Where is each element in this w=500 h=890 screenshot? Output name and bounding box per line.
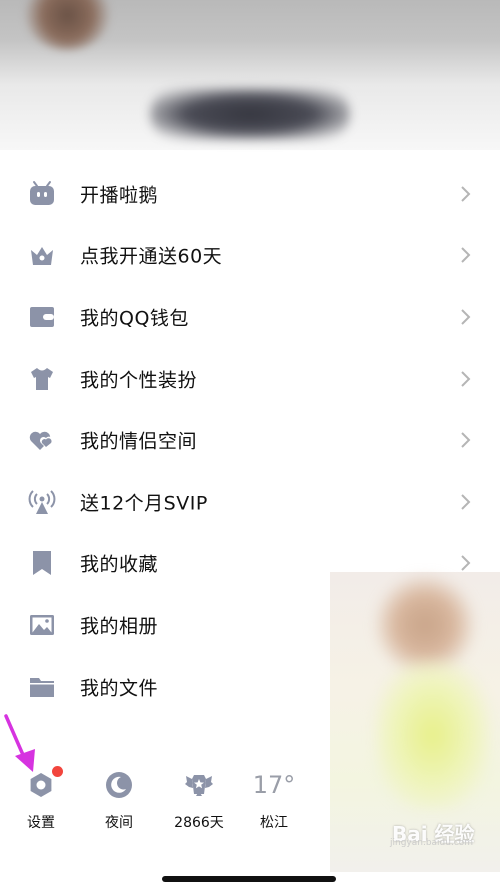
folder-icon (30, 677, 54, 697)
days-label: 2866天 (174, 815, 224, 831)
weather-city: 松江 (260, 815, 288, 831)
bookmark-icon (33, 551, 51, 576)
shirt-icon (31, 367, 53, 390)
broadcast-icon (28, 490, 56, 514)
tv-bot-icon (30, 180, 54, 205)
menu-item-label: 我的文件 (80, 677, 159, 700)
hearts-icon (29, 431, 53, 451)
night-mode-label: 夜间 (105, 815, 133, 831)
chevron-right-icon (461, 186, 471, 202)
moon-icon (106, 772, 132, 798)
days-badge-button[interactable]: 2866天 (159, 770, 239, 832)
home-indicator[interactable] (162, 876, 336, 882)
profile-pill-blurred[interactable] (150, 88, 350, 140)
menu-item-label: 我的情侣空间 (80, 430, 198, 453)
chevron-right-icon (461, 309, 471, 325)
chevron-right-icon (461, 432, 471, 448)
menu-item-live[interactable]: 开播啦鹅 (0, 163, 500, 225)
menu-item-label: 我的个性装扮 (80, 369, 198, 392)
chevron-right-icon (461, 247, 471, 264)
chevron-right-icon (461, 370, 471, 387)
chevron-right-icon (461, 555, 471, 572)
menu-item-vip-offer[interactable]: 点我开通送60天 (0, 225, 500, 287)
menu-item-svip-gift[interactable]: 送12个月SVIP (0, 471, 500, 533)
menu-item-personalize[interactable]: 我的个性装扮 (0, 348, 500, 410)
photo-icon (30, 614, 54, 635)
watermark-url: jingyan.baidu.com (390, 838, 474, 848)
menu-item-label: 送12个月SVIP (80, 492, 208, 515)
menu-item-label: 我的收藏 (80, 553, 159, 576)
weather-temperature: 17° (252, 771, 296, 799)
menu-item-couple-space[interactable]: 我的情侣空间 (0, 409, 500, 471)
character-body-blurred (375, 660, 490, 810)
menu-item-label: 我的相册 (80, 615, 159, 638)
crown-icon (31, 247, 53, 266)
chevron-right-icon (461, 494, 471, 510)
wallet-icon (30, 306, 54, 327)
menu-item-label: 我的QQ钱包 (80, 307, 189, 330)
annotation-arrow-icon (4, 714, 35, 772)
settings-label: 设置 (27, 815, 55, 831)
menu-item-label: 开播啦鹅 (80, 184, 159, 207)
night-mode-button[interactable]: 夜间 (79, 770, 159, 832)
weather-widget[interactable]: 17° 松江 (234, 770, 314, 832)
winged-badge-icon (185, 775, 213, 796)
menu-item-wallet[interactable]: 我的QQ钱包 (0, 286, 500, 348)
menu-item-label: 点我开通送60天 (80, 245, 223, 268)
